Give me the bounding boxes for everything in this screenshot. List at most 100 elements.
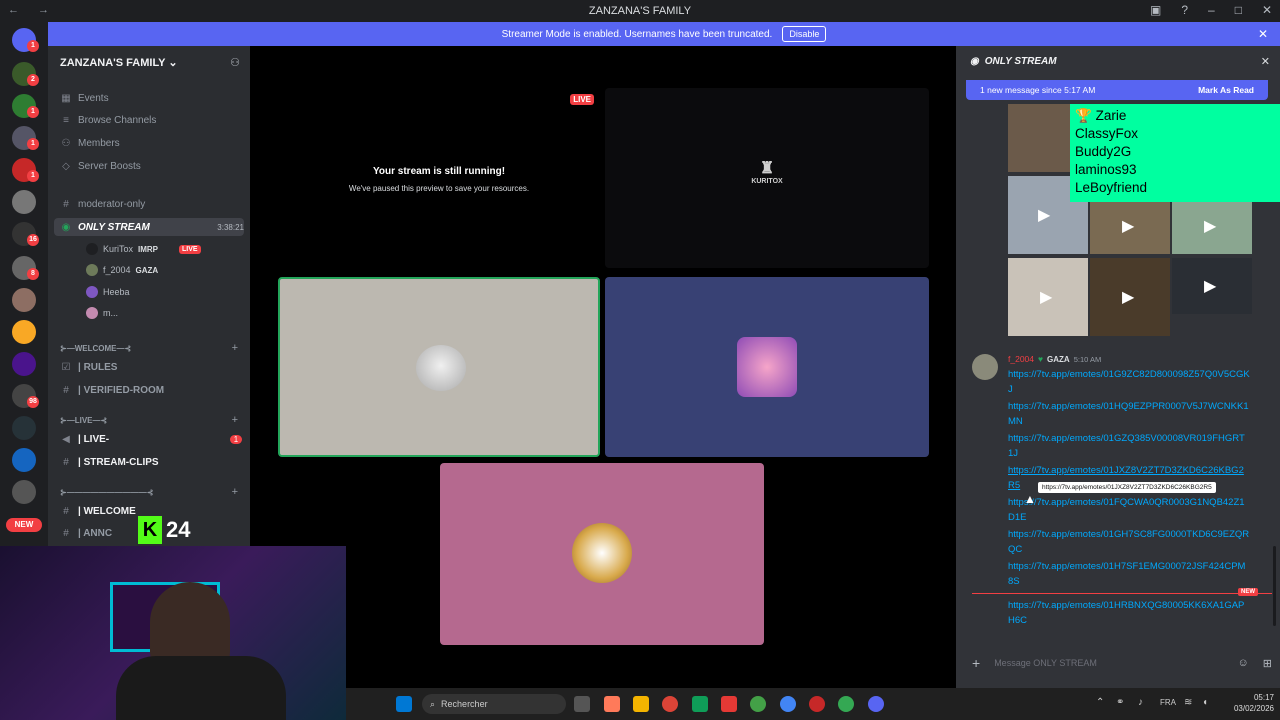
server-boosts-item[interactable]: ◇ Server Boosts bbox=[60, 157, 242, 175]
nav-arrows[interactable]: ← → bbox=[8, 4, 57, 16]
apps-icon[interactable]: ⊞ bbox=[1263, 657, 1272, 670]
message-link[interactable]: https://7tv.app/emotes/01FQCWA0QR0003G1N… bbox=[1008, 495, 1250, 525]
author-name[interactable]: f_2004 bbox=[1008, 354, 1034, 364]
windows-start-icon[interactable] bbox=[396, 696, 412, 712]
server-icon[interactable] bbox=[12, 320, 36, 344]
voice-user[interactable]: KuriTox IMRP LIVE bbox=[86, 241, 201, 257]
message-link[interactable]: https://7tv.app/emotes/01G9ZC82D800098Z5… bbox=[1008, 367, 1250, 397]
category-divider[interactable]: ⊱——————————⊰ bbox=[60, 488, 153, 497]
add-channel-icon[interactable]: + bbox=[232, 414, 238, 426]
emoji-icon[interactable]: ☺ bbox=[1238, 657, 1249, 669]
task-view-icon[interactable] bbox=[574, 696, 590, 712]
new-badge[interactable]: NEW bbox=[6, 518, 42, 532]
chrome-icon[interactable] bbox=[662, 696, 678, 712]
message-link[interactable]: https://7tv.app/emotes/01H7SF1EMG00072JS… bbox=[1008, 559, 1250, 589]
video-thumb[interactable]: ▶ bbox=[1008, 258, 1088, 336]
new-divider bbox=[972, 593, 1272, 594]
add-attachment-icon[interactable]: + bbox=[972, 655, 980, 671]
language-indicator[interactable]: FRA bbox=[1160, 698, 1176, 707]
mic-icon[interactable]: ♪ bbox=[1138, 697, 1143, 708]
server-name: ZANZANA'S FAMILY bbox=[60, 57, 166, 69]
app-icon[interactable] bbox=[809, 696, 825, 712]
video-thumb[interactable]: ▶ bbox=[1172, 200, 1252, 254]
speaker-icon: ◀ bbox=[62, 433, 70, 445]
add-channel-icon[interactable]: + bbox=[232, 486, 238, 498]
server-icon[interactable] bbox=[12, 480, 36, 504]
help-icon[interactable]: ? bbox=[1181, 3, 1188, 17]
server-icon[interactable] bbox=[12, 416, 36, 440]
clock[interactable]: 05:17 03/02/2026 bbox=[1218, 692, 1274, 714]
wifi-icon[interactable]: ≋ bbox=[1184, 697, 1192, 708]
app-icon[interactable] bbox=[721, 696, 737, 712]
minimize-icon[interactable]: – bbox=[1208, 3, 1215, 17]
server-icon[interactable] bbox=[12, 448, 36, 472]
voice-user[interactable]: f_2004 GAZA bbox=[86, 262, 158, 278]
message-link[interactable]: https://7tv.app/emotes/01HRBNXQG80005KK6… bbox=[1008, 598, 1250, 628]
category-welcome[interactable]: ⊱—WELCOME—⊰ bbox=[60, 344, 131, 353]
channel-label: ONLY STREAM bbox=[78, 221, 150, 233]
copilot-icon[interactable] bbox=[604, 696, 620, 712]
tray-chevron-icon[interactable]: ⌃ bbox=[1096, 697, 1104, 708]
taskbar-search[interactable]: ⌕ Rechercher bbox=[422, 694, 566, 714]
server-icon[interactable] bbox=[12, 190, 36, 214]
members-item[interactable]: ⚇ Members bbox=[60, 134, 242, 152]
channel-moderator-only[interactable]: # moderator-only bbox=[60, 195, 242, 213]
discord-icon[interactable] bbox=[868, 696, 884, 712]
user-tile[interactable] bbox=[605, 277, 929, 457]
disable-button[interactable]: Disable bbox=[782, 26, 827, 42]
video-thumb[interactable]: ▶ bbox=[1090, 200, 1170, 254]
user-tile[interactable] bbox=[440, 463, 764, 645]
mention-badge: 16 bbox=[27, 234, 39, 246]
user-tile-speaking[interactable] bbox=[278, 277, 600, 457]
voice-user[interactable]: m... bbox=[86, 305, 118, 321]
category-live[interactable]: ⊱—LIVE—⊰ bbox=[60, 416, 107, 425]
server-icon[interactable] bbox=[12, 288, 36, 312]
volume-icon[interactable]: ◖ bbox=[1202, 697, 1208, 708]
message-link[interactable]: https://7tv.app/emotes/01GZQ385V00008VR0… bbox=[1008, 431, 1250, 461]
video-thumb[interactable]: ▶ bbox=[1172, 258, 1252, 314]
message-composer[interactable]: + Message ONLY STREAM ☺ ⊞ bbox=[972, 652, 1272, 674]
video-tile-kuritox[interactable]: ♜ KURITOX bbox=[605, 88, 929, 268]
voice-user[interactable]: Heeba bbox=[86, 284, 130, 300]
new-messages-bar[interactable]: 1 new message since 5:17 AM Mark As Read bbox=[966, 80, 1268, 100]
network-icon[interactable]: ⚭ bbox=[1116, 697, 1124, 708]
hashtag-icon: # bbox=[63, 527, 69, 539]
channel-verified-room[interactable]: # | VERIFIED-ROOM bbox=[60, 381, 242, 399]
chrome-icon[interactable] bbox=[838, 696, 854, 712]
channel-stream-clips[interactable]: # | STREAM-CLIPS bbox=[60, 453, 242, 471]
message-link[interactable]: https://7tv.app/emotes/01HQ9EZPPR0007V5J… bbox=[1008, 399, 1250, 429]
hamster-avatar bbox=[416, 345, 466, 391]
add-member-icon[interactable]: ⚇ bbox=[230, 56, 240, 69]
boost-icon: ◇ bbox=[62, 160, 70, 172]
events-item[interactable]: ▦ Events bbox=[60, 89, 242, 107]
channel-rules[interactable]: ☑ | RULES bbox=[60, 358, 242, 376]
author-avatar[interactable] bbox=[972, 354, 998, 380]
channel-label: moderator-only bbox=[78, 198, 146, 210]
browse-channels-item[interactable]: ≡ Browse Channels bbox=[60, 111, 242, 129]
server-icon[interactable] bbox=[12, 352, 36, 376]
paused-stream-tile[interactable]: LIVE Your stream is still running! We've… bbox=[278, 88, 600, 268]
chrome-icon[interactable] bbox=[750, 696, 766, 712]
message-link[interactable]: https://7tv.app/emotes/01GH7SC8FG0000TKD… bbox=[1008, 527, 1250, 557]
play-icon: ▶ bbox=[1204, 218, 1217, 235]
close-banner-icon[interactable]: ✕ bbox=[1258, 27, 1268, 41]
outlook-icon[interactable] bbox=[692, 696, 708, 712]
inbox-icon[interactable]: ▣ bbox=[1150, 3, 1161, 17]
message-input[interactable]: Message ONLY STREAM bbox=[994, 658, 1097, 668]
close-window-icon[interactable]: ✕ bbox=[1262, 3, 1272, 17]
user-avatar bbox=[737, 337, 797, 397]
add-channel-icon[interactable]: + bbox=[232, 342, 238, 354]
channel-live[interactable]: ◀ | LIVE- 1 bbox=[60, 430, 242, 448]
calendar-icon: ▦ bbox=[61, 92, 71, 104]
chat-scrollbar[interactable] bbox=[1273, 546, 1276, 626]
close-chat-icon[interactable]: ✕ bbox=[1261, 55, 1270, 68]
chat-title: ONLY STREAM bbox=[984, 56, 1057, 67]
role-tag: GAZA bbox=[135, 265, 159, 275]
server-header[interactable]: ZANZANA'S FAMILY ⌄ bbox=[60, 56, 178, 69]
maximize-icon[interactable]: □ bbox=[1235, 3, 1242, 17]
chrome-icon[interactable] bbox=[780, 696, 796, 712]
mark-as-read-button[interactable]: Mark As Read bbox=[1198, 85, 1254, 95]
channel-only-stream[interactable]: ◉ ONLY STREAM 3:38:21 bbox=[54, 218, 244, 236]
file-explorer-icon[interactable] bbox=[633, 696, 649, 712]
video-thumb[interactable]: ▶ bbox=[1090, 258, 1170, 336]
